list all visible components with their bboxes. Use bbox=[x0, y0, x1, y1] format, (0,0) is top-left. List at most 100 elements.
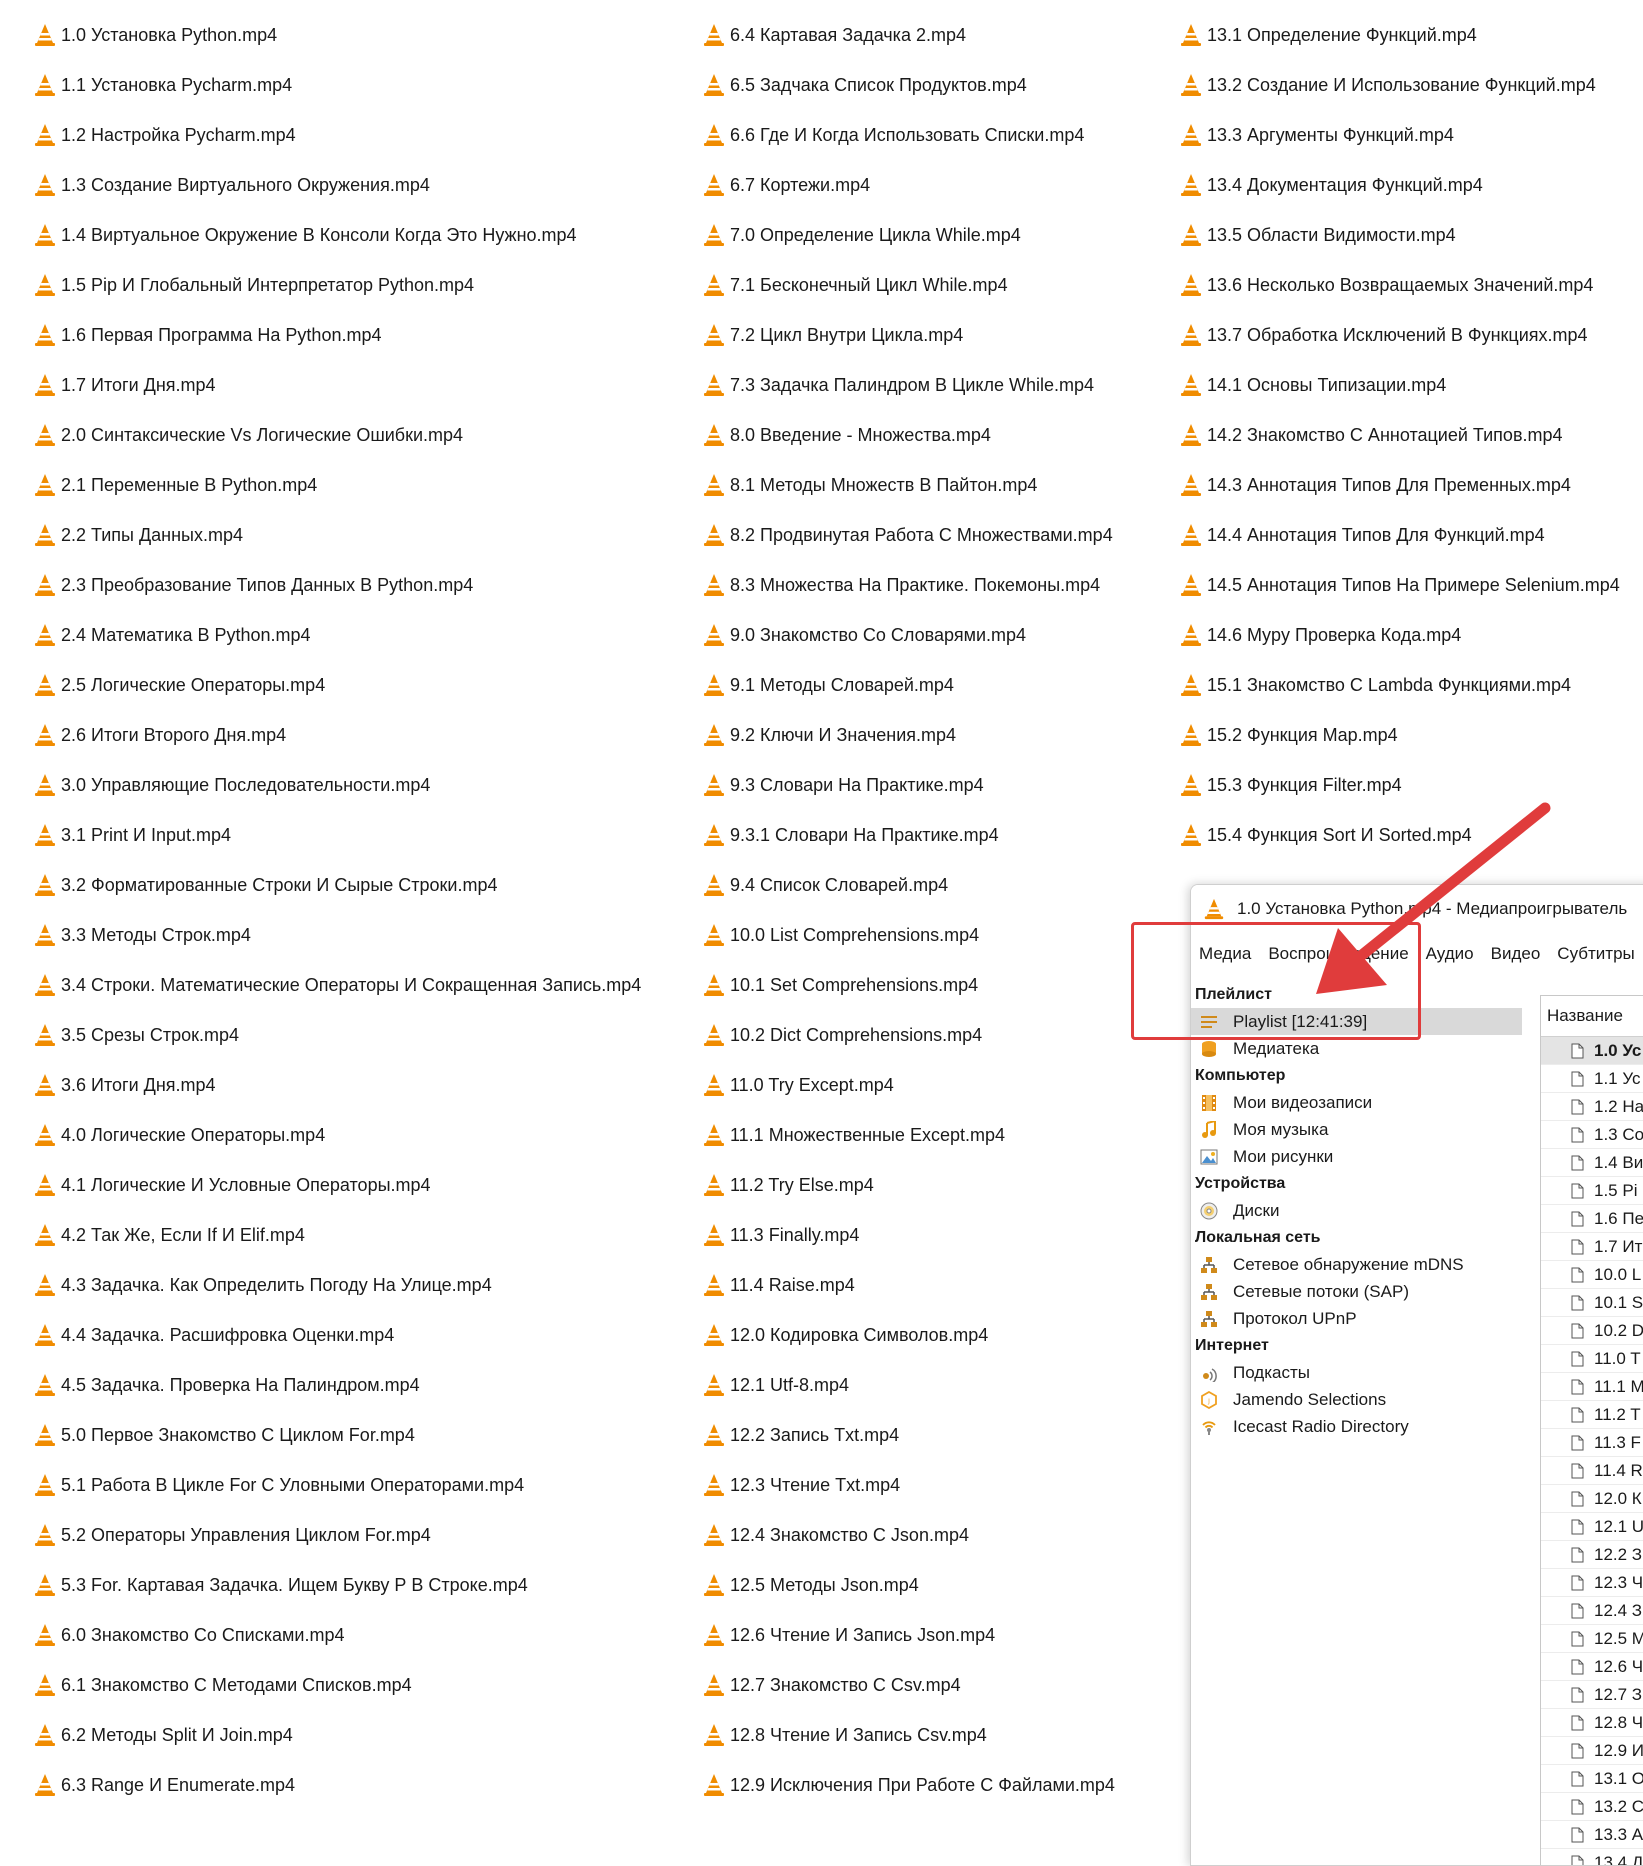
sidebar-item[interactable]: Подкасты bbox=[1191, 1359, 1536, 1386]
file-item[interactable]: 1.2 Настройка Pycharm.mp4 bbox=[34, 110, 654, 160]
sidebar-item[interactable]: Диски bbox=[1191, 1197, 1536, 1224]
file-item[interactable]: 12.9 Исключения При Работе С Файлами.mp4 bbox=[703, 1760, 1163, 1810]
file-item[interactable]: 9.1 Методы Словарей.mp4 bbox=[703, 660, 1163, 710]
file-item[interactable]: 12.7 Знакомство С Csv.mp4 bbox=[703, 1660, 1163, 1710]
playlist-column-header[interactable]: Название bbox=[1541, 996, 1643, 1037]
file-item[interactable]: 6.7 Кортежи.mp4 bbox=[703, 160, 1163, 210]
file-item[interactable]: 5.2 Операторы Управления Циклом For.mp4 bbox=[34, 1510, 654, 1560]
file-item[interactable]: 1.7 Итоги Дня.mp4 bbox=[34, 360, 654, 410]
file-item[interactable]: 11.2 Try Else.mp4 bbox=[703, 1160, 1163, 1210]
file-item[interactable]: 9.2 Ключи И Значения.mp4 bbox=[703, 710, 1163, 760]
playlist-row[interactable]: 1.2 На bbox=[1541, 1093, 1643, 1121]
file-item[interactable]: 14.3 Аннотация Типов Для Пременных.mp4 bbox=[1180, 460, 1640, 510]
file-item[interactable]: 4.5 Задачка. Проверка На Палиндром.mp4 bbox=[34, 1360, 654, 1410]
file-item[interactable]: 15.4 Функция Sort И Sorted.mp4 bbox=[1180, 810, 1640, 860]
file-item[interactable]: 7.0 Определение Цикла While.mp4 bbox=[703, 210, 1163, 260]
playlist-row[interactable]: 1.1 Ус bbox=[1541, 1065, 1643, 1093]
file-item[interactable]: 10.1 Set Comprehensions.mp4 bbox=[703, 960, 1163, 1010]
playlist-row[interactable]: 12.9 И bbox=[1541, 1737, 1643, 1765]
sidebar-item[interactable]: Мои рисунки bbox=[1191, 1143, 1536, 1170]
playlist-row[interactable]: 10.0 L bbox=[1541, 1261, 1643, 1289]
playlist-row[interactable]: 13.2 С bbox=[1541, 1793, 1643, 1821]
menu-item[interactable]: Субтитры bbox=[1557, 944, 1634, 964]
playlist-row[interactable]: 12.8 Ч bbox=[1541, 1709, 1643, 1737]
playlist-row[interactable]: 12.3 Ч bbox=[1541, 1569, 1643, 1597]
file-item[interactable]: 8.0 Введение - Множества.mp4 bbox=[703, 410, 1163, 460]
file-item[interactable]: 3.6 Итоги Дня.mp4 bbox=[34, 1060, 654, 1110]
file-item[interactable]: 11.4 Raise.mp4 bbox=[703, 1260, 1163, 1310]
file-item[interactable]: 10.0 List Comprehensions.mp4 bbox=[703, 910, 1163, 960]
file-item[interactable]: 9.0 Знакомство Со Словарями.mp4 bbox=[703, 610, 1163, 660]
file-item[interactable]: 1.6 Первая Программа На Python.mp4 bbox=[34, 310, 654, 360]
file-item[interactable]: 13.7 Обработка Исключений В Функциях.mp4 bbox=[1180, 310, 1640, 360]
file-item[interactable]: 14.5 Аннотация Типов На Примере Selenium… bbox=[1180, 560, 1640, 610]
file-item[interactable]: 1.1 Установка Pycharm.mp4 bbox=[34, 60, 654, 110]
file-item[interactable]: 12.6 Чтение И Запись Json.mp4 bbox=[703, 1610, 1163, 1660]
file-item[interactable]: 2.4 Математика В Python.mp4 bbox=[34, 610, 654, 660]
file-item[interactable]: 15.1 Знакомство С Lambda Функциями.mp4 bbox=[1180, 660, 1640, 710]
sidebar-item[interactable]: Мои видеозаписи bbox=[1191, 1089, 1536, 1116]
file-item[interactable]: 4.1 Логические И Условные Операторы.mp4 bbox=[34, 1160, 654, 1210]
file-item[interactable]: 9.3 Словари На Практике.mp4 bbox=[703, 760, 1163, 810]
file-item[interactable]: 6.5 Задчака Список Продуктов.mp4 bbox=[703, 60, 1163, 110]
playlist-row[interactable]: 1.5 Pi bbox=[1541, 1177, 1643, 1205]
file-item[interactable]: 8.1 Методы Множеств В Пайтон.mp4 bbox=[703, 460, 1163, 510]
playlist-row[interactable]: 11.2 T bbox=[1541, 1401, 1643, 1429]
sidebar-item[interactable]: Сетевое обнаружение mDNS bbox=[1191, 1251, 1536, 1278]
playlist-row[interactable]: 1.3 Со bbox=[1541, 1121, 1643, 1149]
playlist-row[interactable]: 12.6 Ч bbox=[1541, 1653, 1643, 1681]
file-item[interactable]: 14.6 Mypy Проверка Кода.mp4 bbox=[1180, 610, 1640, 660]
file-item[interactable]: 12.1 Utf-8.mp4 bbox=[703, 1360, 1163, 1410]
playlist-row[interactable]: 10.2 D bbox=[1541, 1317, 1643, 1345]
file-item[interactable]: 14.4 Аннотация Типов Для Функций.mp4 bbox=[1180, 510, 1640, 560]
playlist-row[interactable]: 12.5 М bbox=[1541, 1625, 1643, 1653]
playlist-row[interactable]: 12.4 З bbox=[1541, 1597, 1643, 1625]
file-item[interactable]: 5.3 For. Картавая Задачка. Ищем Букву Р … bbox=[34, 1560, 654, 1610]
playlist-row[interactable]: 11.0 T bbox=[1541, 1345, 1643, 1373]
file-item[interactable]: 6.0 Знакомство Со Списками.mp4 bbox=[34, 1610, 654, 1660]
playlist-row[interactable]: 1.7 Ит bbox=[1541, 1233, 1643, 1261]
file-item[interactable]: 15.3 Функция Filter.mp4 bbox=[1180, 760, 1640, 810]
sidebar-item[interactable]: JJamendo Selections bbox=[1191, 1386, 1536, 1413]
file-item[interactable]: 3.1 Print И Input.mp4 bbox=[34, 810, 654, 860]
file-item[interactable]: 5.1 Работа В Цикле For С Уловными Операт… bbox=[34, 1460, 654, 1510]
file-item[interactable]: 14.2 Знакомство С Аннотацией Типов.mp4 bbox=[1180, 410, 1640, 460]
file-item[interactable]: 6.6 Где И Когда Использовать Списки.mp4 bbox=[703, 110, 1163, 160]
file-item[interactable]: 3.2 Форматированные Строки И Сырые Строк… bbox=[34, 860, 654, 910]
sidebar-item[interactable]: Сетевые потоки (SAP) bbox=[1191, 1278, 1536, 1305]
playlist-row[interactable]: 10.1 S bbox=[1541, 1289, 1643, 1317]
file-item[interactable]: 12.0 Кодировка Символов.mp4 bbox=[703, 1310, 1163, 1360]
file-item[interactable]: 6.3 Range И Enumerate.mp4 bbox=[34, 1760, 654, 1810]
playlist-row[interactable]: 13.1 О bbox=[1541, 1765, 1643, 1793]
sidebar-item[interactable]: Icecast Radio Directory bbox=[1191, 1413, 1536, 1440]
playlist-row[interactable]: 12.1 U bbox=[1541, 1513, 1643, 1541]
file-item[interactable]: 6.1 Знакомство С Методами Списков.mp4 bbox=[34, 1660, 654, 1710]
file-item[interactable]: 12.5 Методы Json.mp4 bbox=[703, 1560, 1163, 1610]
file-item[interactable]: 13.2 Создание И Использование Функций.mp… bbox=[1180, 60, 1640, 110]
file-item[interactable]: 1.5 Pip И Глобальный Интерпретатор Pytho… bbox=[34, 260, 654, 310]
playlist-row[interactable]: 11.4 R bbox=[1541, 1457, 1643, 1485]
menu-item[interactable]: Видео bbox=[1491, 944, 1541, 964]
file-item[interactable]: 14.1 Основы Типизации.mp4 bbox=[1180, 360, 1640, 410]
file-item[interactable]: 3.4 Строки. Математические Операторы И С… bbox=[34, 960, 654, 1010]
file-item[interactable]: 4.3 Задачка. Как Определить Погоду На Ул… bbox=[34, 1260, 654, 1310]
file-item[interactable]: 11.0 Try Except.mp4 bbox=[703, 1060, 1163, 1110]
file-item[interactable]: 12.2 Запись Txt.mp4 bbox=[703, 1410, 1163, 1460]
file-item[interactable]: 3.5 Срезы Строк.mp4 bbox=[34, 1010, 654, 1060]
playlist-row[interactable]: 12.2 З bbox=[1541, 1541, 1643, 1569]
file-item[interactable]: 8.3 Множества На Практике. Покемоны.mp4 bbox=[703, 560, 1163, 610]
playlist-row[interactable]: 1.0 Ус bbox=[1541, 1037, 1643, 1065]
file-item[interactable]: 13.1 Определение Функций.mp4 bbox=[1180, 10, 1640, 60]
playlist-row[interactable]: 11.3 F bbox=[1541, 1429, 1643, 1457]
file-item[interactable]: 12.4 Знакомство С Json.mp4 bbox=[703, 1510, 1163, 1560]
playlist-row[interactable]: 13.4 Д bbox=[1541, 1849, 1643, 1866]
file-item[interactable]: 3.3 Методы Строк.mp4 bbox=[34, 910, 654, 960]
playlist-row[interactable]: 1.4 Ви bbox=[1541, 1149, 1643, 1177]
file-item[interactable]: 9.4 Список Словарей.mp4 bbox=[703, 860, 1163, 910]
file-item[interactable]: 11.1 Множественные Except.mp4 bbox=[703, 1110, 1163, 1160]
playlist-row[interactable]: 12.0 К bbox=[1541, 1485, 1643, 1513]
file-item[interactable]: 4.0 Логические Операторы.mp4 bbox=[34, 1110, 654, 1160]
file-item[interactable]: 2.2 Типы Данных.mp4 bbox=[34, 510, 654, 560]
file-item[interactable]: 12.8 Чтение И Запись Csv.mp4 bbox=[703, 1710, 1163, 1760]
file-item[interactable]: 13.4 Документация Функций.mp4 bbox=[1180, 160, 1640, 210]
